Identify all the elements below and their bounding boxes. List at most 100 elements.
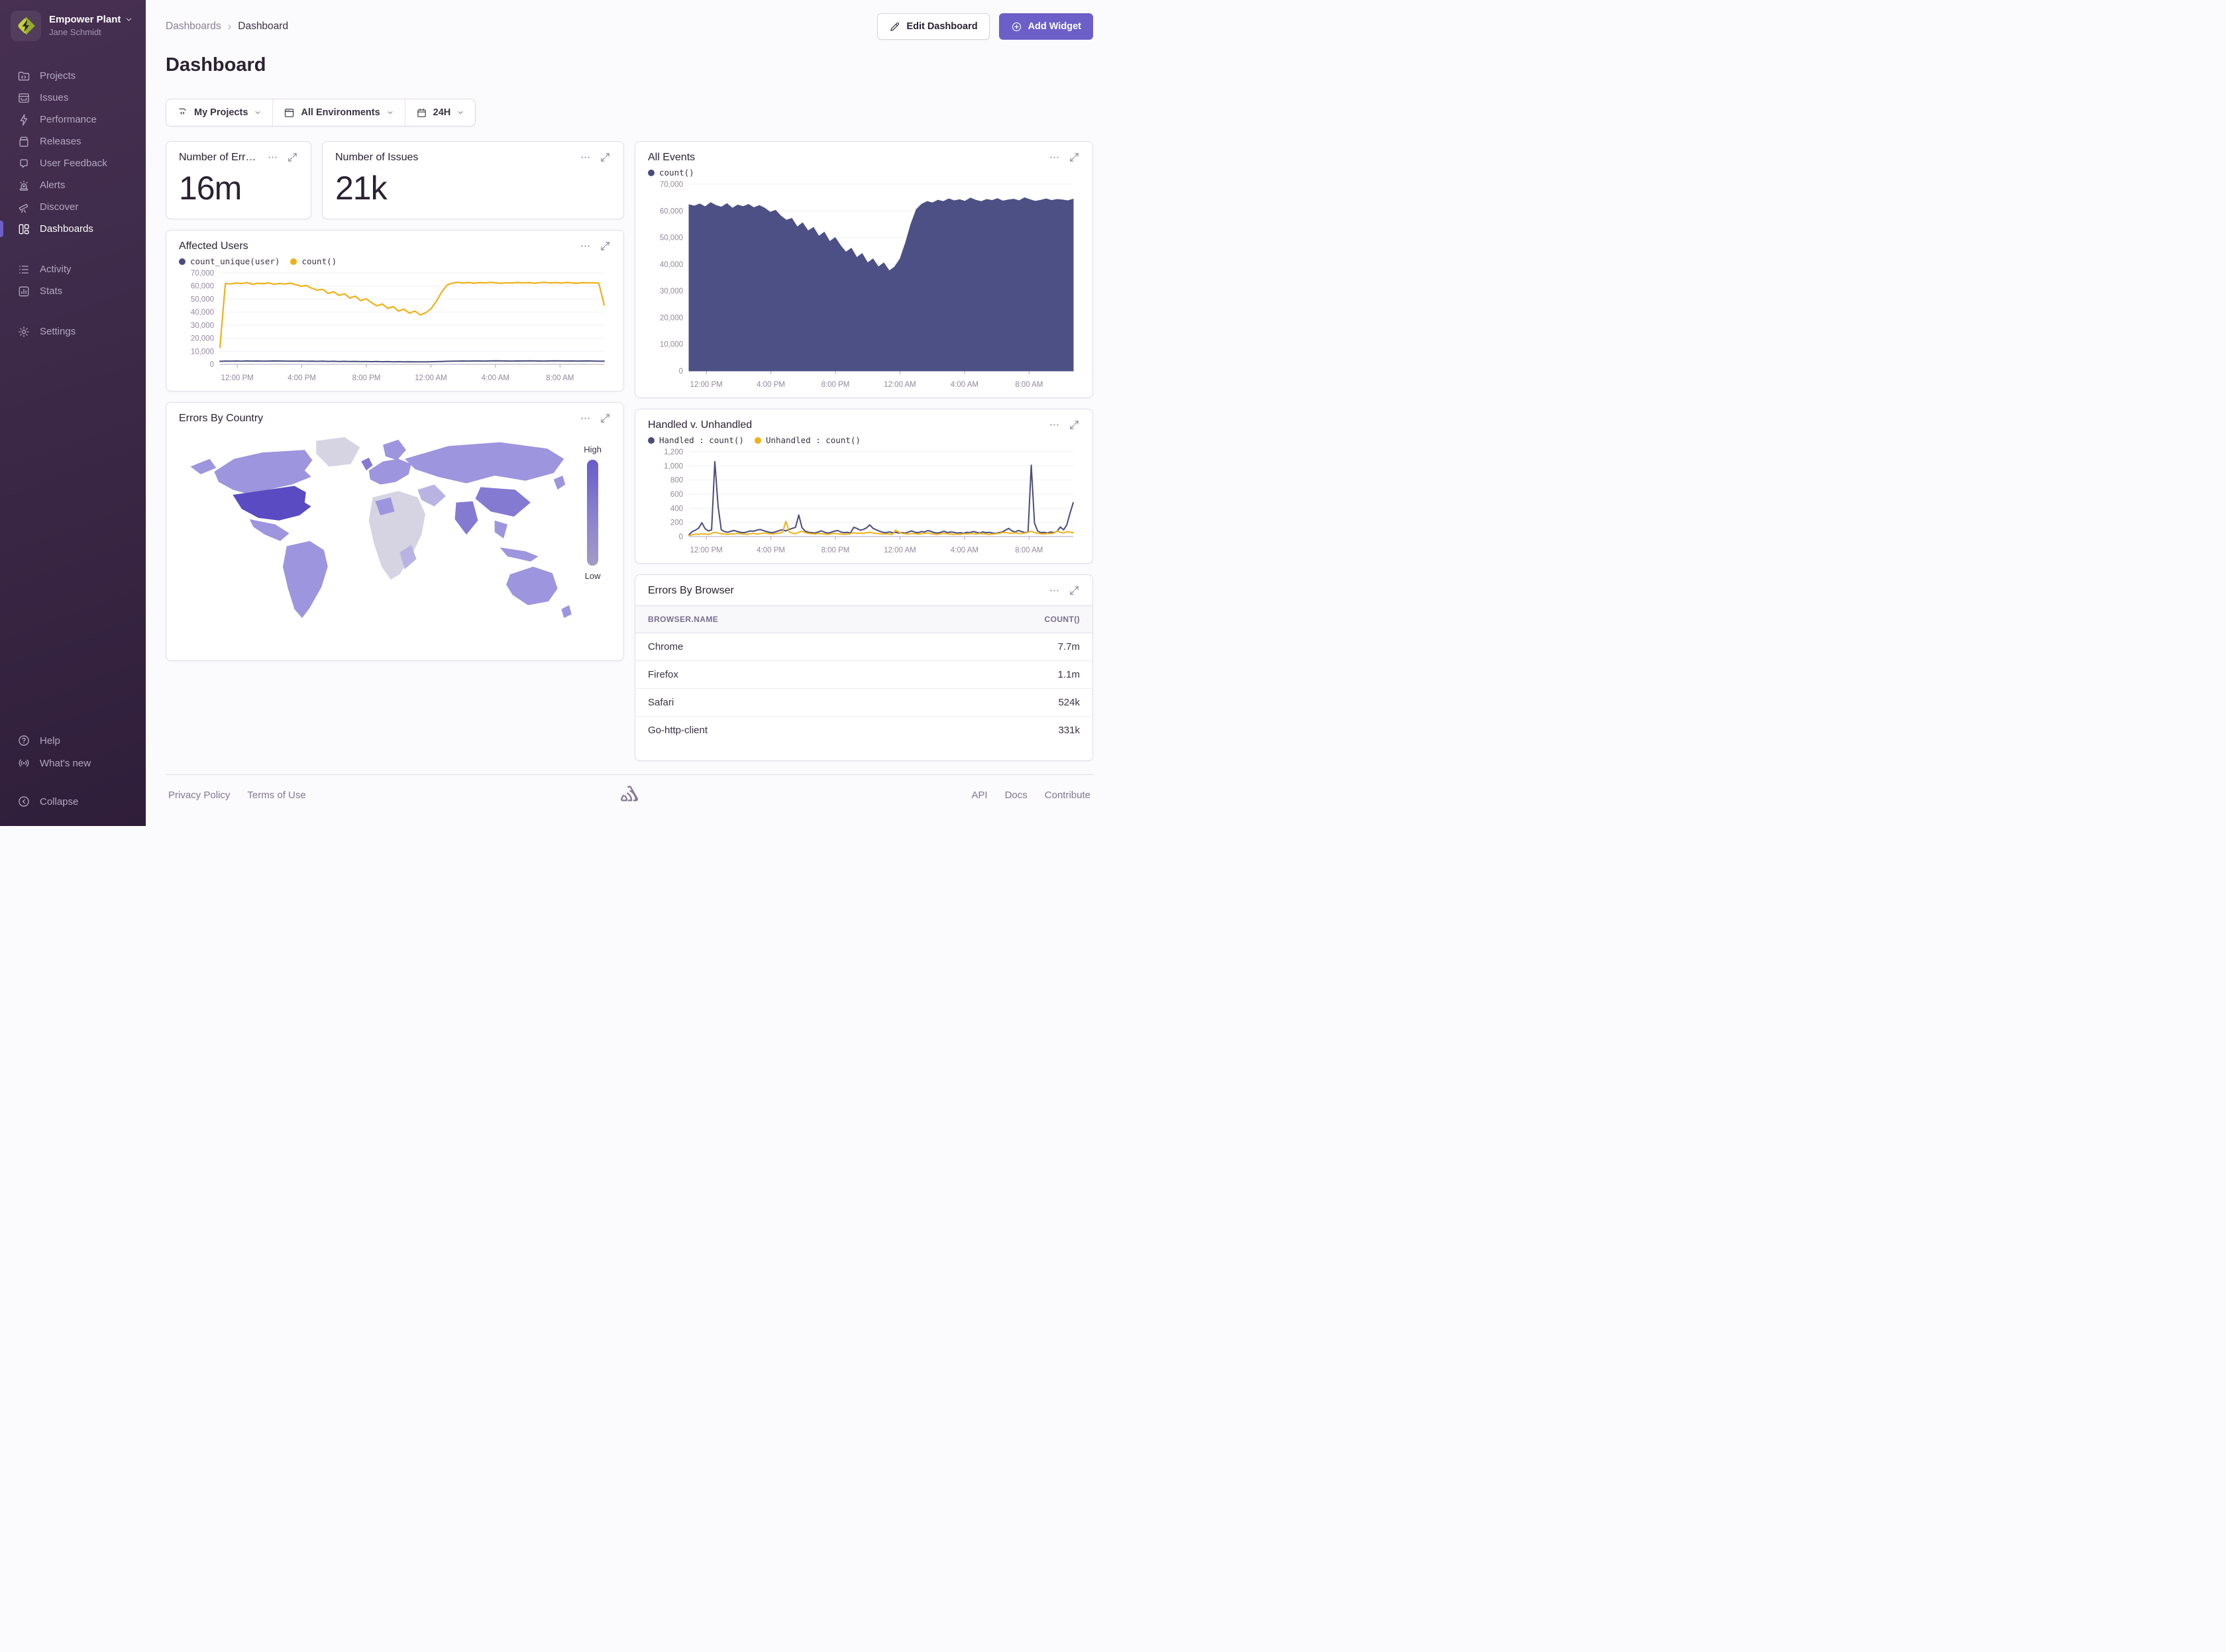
- svg-text:1,000: 1,000: [664, 462, 683, 470]
- table-row: Safari 524k: [635, 689, 1092, 717]
- widget-menu-ellipsis-icon[interactable]: [1049, 419, 1060, 431]
- widget-title: Affected Users: [179, 240, 248, 252]
- grid-column-right: All Events count() 010,00020,00030,00040…: [635, 141, 1093, 761]
- sidebar-item-help[interactable]: Help: [0, 729, 146, 752]
- svg-text:40,000: 40,000: [191, 309, 214, 317]
- svg-text:8:00 PM: 8:00 PM: [352, 374, 381, 382]
- sidebar-item-discover[interactable]: Discover: [0, 196, 146, 218]
- svg-text:12:00 PM: 12:00 PM: [690, 381, 722, 389]
- svg-text:12:00 AM: 12:00 AM: [415, 374, 447, 382]
- time-range-filter[interactable]: 24H: [405, 99, 476, 126]
- map-region-alaska: [190, 459, 216, 474]
- map-region-japan: [554, 476, 565, 490]
- sidebar-item-activity[interactable]: Activity: [0, 258, 146, 280]
- svg-text:0: 0: [679, 368, 683, 376]
- terms-of-use-link[interactable]: Terms of Use: [247, 790, 305, 801]
- topbar: Dashboards › Dashboard Edit Dashboard Ad…: [166, 12, 1093, 41]
- org-meta: Empower Plant Jane Schmidt: [49, 14, 133, 38]
- chevron-down-icon: [456, 109, 464, 117]
- widget-title: All Events: [648, 152, 695, 164]
- map-region-indochina: [495, 521, 507, 539]
- all-events-chart[interactable]: 010,00020,00030,00040,00050,00060,00070,…: [648, 178, 1080, 391]
- widget-menu-ellipsis-icon[interactable]: [267, 152, 278, 163]
- sidebar-item-alerts[interactable]: Alerts: [0, 174, 146, 196]
- widget-menu-ellipsis-icon[interactable]: [1049, 585, 1060, 596]
- projects-filter[interactable]: My Projects: [166, 99, 272, 126]
- sidebar-item-settings[interactable]: Settings: [0, 321, 146, 342]
- widget-expand-icon[interactable]: [1069, 152, 1080, 163]
- svg-text:12:00 PM: 12:00 PM: [221, 374, 253, 382]
- api-link[interactable]: API: [971, 790, 987, 801]
- svg-text:8:00 PM: 8:00 PM: [822, 546, 850, 554]
- empower-plant-logo-icon: [14, 14, 38, 38]
- add-widget-button[interactable]: Add Widget: [999, 13, 1093, 40]
- widget-errors-by-country: Errors By Country: [166, 402, 624, 661]
- sidebar-item-whats-new[interactable]: What's new: [0, 752, 146, 774]
- legend-label: Unhandled : count(): [766, 435, 861, 445]
- legend-dot-navy: [179, 258, 186, 265]
- widget-title: Number of Issues: [335, 152, 418, 164]
- sidebar-item-issues[interactable]: Issues: [0, 87, 146, 109]
- widget-expand-icon[interactable]: [600, 240, 611, 252]
- widget-expand-icon[interactable]: [600, 152, 611, 163]
- widget-expand-icon[interactable]: [1069, 585, 1080, 596]
- page-title: Dashboard: [166, 54, 1093, 76]
- count-cell: 1.1m: [915, 661, 1092, 689]
- svg-text:50,000: 50,000: [191, 295, 214, 303]
- widget-menu-ellipsis-icon[interactable]: [1049, 152, 1060, 163]
- svg-text:8:00 AM: 8:00 AM: [1015, 381, 1043, 389]
- widget-expand-icon[interactable]: [287, 152, 298, 163]
- environments-filter-label: All Environments: [301, 107, 380, 118]
- sidebar-item-label: Collapse: [40, 796, 78, 807]
- privacy-policy-link[interactable]: Privacy Policy: [168, 790, 230, 801]
- sidebar-item-performance[interactable]: Performance: [0, 109, 146, 130]
- widget-expand-icon[interactable]: [1069, 419, 1080, 431]
- count-cell: 524k: [915, 689, 1092, 717]
- broadcast-icon: [17, 756, 30, 770]
- pencil-icon: [889, 21, 900, 32]
- sidebar-item-stats[interactable]: Stats: [0, 280, 146, 302]
- widget-number-of-issues: Number of Issues 21k: [322, 141, 624, 219]
- org-name: Empower Plant: [49, 14, 121, 26]
- number-cards-row: Number of Err… 16m Number of Issues: [166, 141, 624, 219]
- org-switcher[interactable]: Empower Plant Jane Schmidt: [0, 0, 146, 50]
- sidebar-item-label: User Feedback: [40, 158, 107, 169]
- affected-users-chart[interactable]: 010,00020,00030,00040,00050,00060,00070,…: [179, 266, 611, 384]
- breadcrumb-dashboards-link[interactable]: Dashboards: [166, 21, 221, 32]
- environments-filter[interactable]: All Environments: [272, 99, 404, 126]
- widget-title: Handled v. Unhandled: [648, 419, 752, 431]
- widget-menu-ellipsis-icon[interactable]: [580, 413, 591, 424]
- widget-menu-ellipsis-icon[interactable]: [580, 152, 591, 163]
- user-feedback-icon: [17, 157, 30, 170]
- releases-icon: [17, 135, 30, 148]
- sidebar-item-label: Discover: [40, 201, 78, 213]
- handled-unhandled-chart[interactable]: 02004006008001,0001,20012:00 PM4:00 PM8:…: [648, 445, 1080, 556]
- world-map: High Low: [179, 427, 611, 646]
- sidebar-item-user-feedback[interactable]: User Feedback: [0, 152, 146, 174]
- widget-menu-ellipsis-icon[interactable]: [580, 240, 591, 252]
- sidebar-item-releases[interactable]: Releases: [0, 130, 146, 152]
- sidebar-collapse-button[interactable]: Collapse: [0, 790, 146, 813]
- sidebar-item-projects[interactable]: Projects: [0, 65, 146, 87]
- map-region-china: [476, 487, 531, 517]
- svg-text:20,000: 20,000: [660, 314, 683, 322]
- widget-expand-icon[interactable]: [600, 413, 611, 424]
- app-root: Empower Plant Jane Schmidt Projects Issu…: [0, 0, 1113, 826]
- sidebar-item-label: Performance: [40, 114, 97, 125]
- edit-dashboard-button[interactable]: Edit Dashboard: [877, 13, 989, 40]
- activity-icon: [17, 263, 30, 276]
- sidebar-nav-tertiary: Settings: [0, 321, 146, 342]
- table-row: Go-http-client 331k: [635, 717, 1092, 745]
- sidebar-item-dashboards[interactable]: Dashboards: [0, 218, 146, 240]
- svg-text:70,000: 70,000: [660, 181, 683, 189]
- docs-link[interactable]: Docs: [1005, 790, 1028, 801]
- svg-text:50,000: 50,000: [660, 234, 683, 242]
- svg-text:60,000: 60,000: [191, 283, 214, 291]
- svg-text:12:00 PM: 12:00 PM: [690, 546, 722, 554]
- issues-icon: [17, 91, 30, 105]
- sidebar-item-label: Activity: [40, 264, 72, 275]
- legend-dot-yellow: [755, 437, 761, 444]
- calendar-icon: [416, 107, 427, 119]
- contribute-link[interactable]: Contribute: [1045, 790, 1090, 801]
- discover-icon: [17, 201, 30, 214]
